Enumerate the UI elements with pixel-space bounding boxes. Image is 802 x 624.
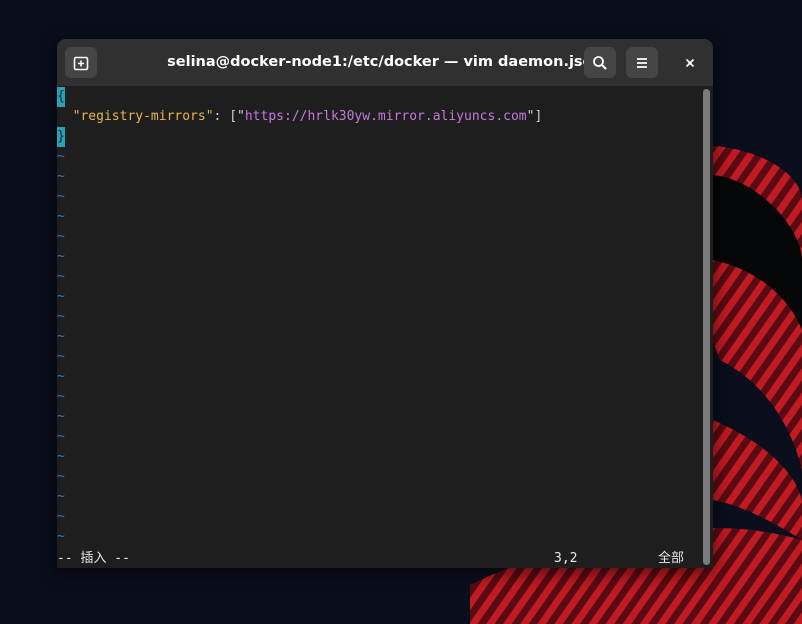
empty-line-tilde: ~ xyxy=(57,329,65,344)
terminal-content[interactable]: { "registry-mirrors": ["https://hrlk30yw… xyxy=(57,86,701,568)
search-button[interactable] xyxy=(584,47,616,78)
empty-line-tilde: ~ xyxy=(57,429,65,444)
empty-line-tilde: ~ xyxy=(57,309,65,324)
hamburger-menu-icon xyxy=(637,57,647,68)
close-icon xyxy=(685,58,695,67)
empty-line-tilde: ~ xyxy=(57,169,65,184)
empty-line-tilde: ~ xyxy=(57,289,65,304)
window-title: selina@docker-node1:/etc/docker — vim da… xyxy=(167,54,603,70)
bracket-match-highlight: { xyxy=(57,87,65,107)
new-tab-icon xyxy=(73,56,89,70)
editor-line-1: { xyxy=(57,87,65,107)
text-cursor: } xyxy=(57,127,65,147)
editor-line-2: "registry-mirrors": ["https://hrlk30yw.m… xyxy=(72,109,543,124)
title-bar: selina@docker-node1:/etc/docker — vim da… xyxy=(57,39,713,86)
close-button[interactable] xyxy=(674,47,706,78)
empty-line-tilde: ~ xyxy=(57,529,65,544)
empty-line-tilde: ~ xyxy=(57,509,65,524)
empty-line-tilde: ~ xyxy=(57,149,65,164)
scrollbar[interactable] xyxy=(703,89,710,565)
empty-line-tilde: ~ xyxy=(57,469,65,484)
scroll-position: 全部 xyxy=(658,551,685,566)
empty-line-tilde: ~ xyxy=(57,389,65,404)
empty-line-tilde: ~ xyxy=(57,189,65,204)
empty-line-tilde: ~ xyxy=(57,249,65,264)
empty-line-tilde: ~ xyxy=(57,409,65,424)
editor-line-3: } xyxy=(57,127,65,147)
empty-line-tilde: ~ xyxy=(57,489,65,504)
json-string-value: https://hrlk30yw.mirror.aliyuncs.com xyxy=(244,109,527,124)
empty-line-tilde: ~ xyxy=(57,369,65,384)
empty-line-tilde: ~ xyxy=(57,229,65,244)
terminal-window: selina@docker-node1:/etc/docker — vim da… xyxy=(57,39,713,568)
new-tab-button[interactable] xyxy=(65,47,97,78)
empty-line-tilde: ~ xyxy=(57,269,65,284)
cursor-position: 3,2 xyxy=(554,551,578,566)
json-key: "registry-mirrors" xyxy=(72,109,214,124)
search-icon xyxy=(593,55,607,70)
vim-mode-indicator: -- 插入 -- xyxy=(57,551,130,566)
empty-line-tilde: ~ xyxy=(57,209,65,224)
empty-line-tilde: ~ xyxy=(57,449,65,464)
menu-button[interactable] xyxy=(626,47,658,78)
empty-line-tilde: ~ xyxy=(57,349,65,364)
